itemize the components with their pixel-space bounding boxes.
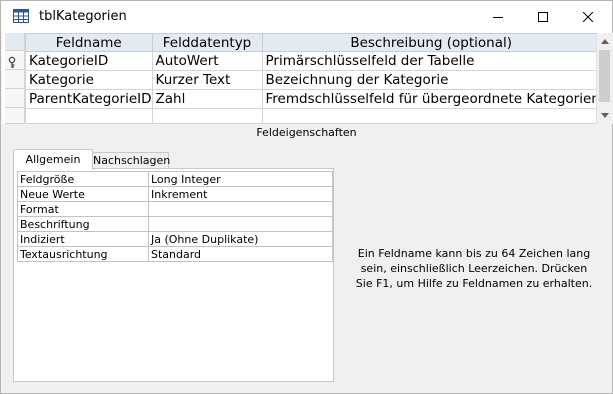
table-row[interactable]: Textausrichtung Standard [17,246,333,262]
property-label: Indiziert [17,231,149,247]
table-row[interactable]: KategorieID AutoWert Primärschlüsselfeld… [25,51,601,71]
field-type-cell[interactable]: AutoWert [151,51,263,71]
row-selector-column [5,33,25,124]
field-description-cell[interactable]: Bezeichnung der Kategorie [261,70,601,90]
minimize-button[interactable] [475,1,521,33]
field-description-cell[interactable]: Fremdschlüsselfeld für übergeordnete Kat… [261,89,601,109]
field-definitions-table: Feldname Felddatentyp Beschreibung (opti… [25,33,601,124]
property-value[interactable]: Long Integer [148,171,333,187]
maximize-icon [538,12,548,22]
property-label: Feldgröße [17,171,149,187]
row-selector[interactable] [5,108,25,124]
scroll-down-icon[interactable] [601,113,609,118]
close-button[interactable] [565,1,611,33]
row-selector-header [5,33,25,51]
field-type-cell[interactable]: Kurzer Text [151,70,263,90]
table-row[interactable] [25,108,601,124]
property-value[interactable]: Standard [148,246,333,262]
table-row[interactable]: Kategorie Kurzer Text Bezeichnung der Ka… [25,70,601,90]
row-selector[interactable] [5,51,25,70]
vertical-scrollbar[interactable] [596,33,613,124]
table-design-window: tblKategorien Feldname Felddatentyp Besc… [0,0,613,394]
row-selector[interactable] [5,89,25,108]
property-label: Neue Werte [17,186,149,202]
column-header-feldname[interactable]: Feldname [25,33,153,52]
property-label: Format [17,201,149,217]
tab-allgemein[interactable]: Allgemein [13,149,93,170]
field-properties-heading: Feldeigenschaften [256,126,357,139]
property-label: Beschriftung [17,216,149,232]
tab-nachschlagen[interactable]: Nachschlagen [93,152,170,169]
primary-key-icon [8,55,20,68]
help-text: Ein Feldname kann bis zu 64 Zeichen lang… [355,247,593,290]
row-selector[interactable] [5,70,25,89]
field-type-cell[interactable] [151,108,263,124]
property-value[interactable] [148,216,333,232]
maximize-button[interactable] [520,1,566,33]
title-bar[interactable]: tblKategorien [1,1,612,33]
field-properties-table: Feldgröße Long Integer Neue Werte Inkrem… [17,171,333,262]
window-title: tblKategorien [39,9,127,24]
scroll-thumb[interactable] [599,50,610,102]
field-grid: Feldname Felddatentyp Beschreibung (opti… [2,33,613,124]
minimize-icon [493,17,503,18]
table-header-row: Feldname Felddatentyp Beschreibung (opti… [25,33,601,52]
close-icon [583,12,593,22]
column-header-beschreibung[interactable]: Beschreibung (optional) [261,33,601,52]
field-name-cell[interactable] [25,108,153,124]
field-name-cell[interactable]: ParentKategorieID [25,89,153,109]
scroll-up-icon[interactable] [601,39,609,44]
field-description-cell[interactable]: Primärschlüsselfeld der Tabelle [261,51,601,71]
table-row[interactable]: Indiziert Ja (Ohne Duplikate) [17,231,333,247]
table-row[interactable]: Beschriftung [17,216,333,232]
table-row[interactable]: Feldgröße Long Integer [17,171,333,187]
table-row[interactable]: Format [17,201,333,217]
field-name-cell[interactable]: KategorieID [25,51,153,71]
property-value[interactable] [148,201,333,217]
table-icon [13,9,29,23]
property-value[interactable]: Inkrement [148,186,333,202]
column-header-felddatentyp[interactable]: Felddatentyp [151,33,263,52]
table-row[interactable]: Neue Werte Inkrement [17,186,333,202]
property-value[interactable]: Ja (Ohne Duplikate) [148,231,333,247]
field-properties-panel: Feldgröße Long Integer Neue Werte Inkrem… [13,168,334,382]
table-row[interactable]: ParentKategorieID Zahl Fremdschlüsselfel… [25,89,601,109]
field-description-cell[interactable] [261,108,601,124]
field-type-cell[interactable]: Zahl [151,89,263,109]
field-name-cell[interactable]: Kategorie [25,70,153,90]
property-label: Textausrichtung [17,246,149,262]
